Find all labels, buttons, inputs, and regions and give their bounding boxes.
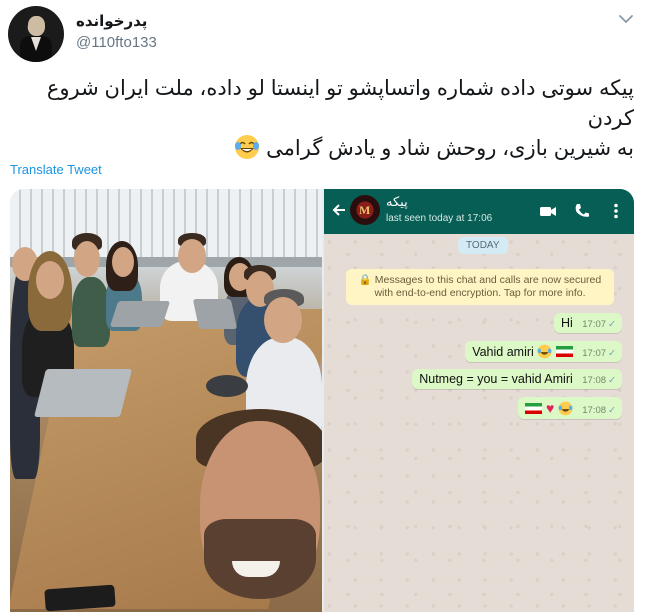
tears-of-joy-emoji-icon bbox=[235, 135, 260, 159]
message-time: 17:07 bbox=[582, 348, 607, 359]
iran-flag-icon bbox=[525, 403, 543, 414]
window-blinds bbox=[10, 189, 322, 259]
whatsapp-header: M پیکه last seen today at 17:06 bbox=[324, 189, 634, 234]
message-bubble[interactable]: Nutmeg = you = vahid Amiri 17:08 ✓ bbox=[412, 369, 622, 389]
tweet-text: پیکه سوتی داده شماره واتساپشو تو اینستا … bbox=[14, 74, 634, 164]
message-time: 17:08 bbox=[582, 375, 607, 386]
person-man-7-head bbox=[264, 297, 302, 343]
message-time: 17:08 bbox=[582, 405, 607, 416]
author-display-name[interactable]: پدرخوانده bbox=[76, 12, 147, 30]
encryption-notice[interactable]: 🔒 Messages to this chat and calls are no… bbox=[346, 269, 614, 305]
contact-avatar-letter: M bbox=[359, 203, 371, 217]
phone-call-icon[interactable] bbox=[572, 201, 592, 221]
read-tick-icon: ✓ bbox=[608, 405, 616, 416]
conference-speaker bbox=[206, 375, 248, 397]
laptop-3 bbox=[34, 369, 132, 417]
avatar-face bbox=[28, 16, 45, 36]
read-tick-icon: ✓ bbox=[608, 375, 616, 386]
message-text: Vahid amiri bbox=[472, 345, 534, 359]
selfie-man-beard bbox=[204, 519, 316, 599]
message-text: Hi bbox=[560, 316, 573, 330]
tweet-text-line-2: به شیرین بازی، روحش شاد و یادش گرامی bbox=[14, 134, 634, 164]
video-call-icon[interactable] bbox=[538, 201, 558, 221]
message-time: 17:07 bbox=[582, 319, 607, 330]
person-man-2-head bbox=[74, 241, 100, 277]
contact-name[interactable]: پیکه bbox=[386, 194, 408, 210]
tweet: پدرخوانده @110fto133 پیکه سوتی داده شمار… bbox=[0, 0, 646, 612]
translate-tweet-link[interactable]: Translate Tweet bbox=[10, 162, 102, 177]
tweet-text-line-1: پیکه سوتی داده شماره واتساپشو تو اینستا … bbox=[46, 77, 634, 130]
tears-of-joy-emoji-icon bbox=[537, 344, 552, 359]
whatsapp-screenshot[interactable]: M پیکه last seen today at 17:06 TODAY 🔒 … bbox=[324, 189, 634, 612]
laptop-2 bbox=[192, 299, 238, 329]
author-avatar[interactable] bbox=[8, 6, 64, 62]
person-woman-1-head bbox=[36, 261, 64, 299]
iran-flag-icon bbox=[555, 346, 573, 357]
arrow-left-icon[interactable] bbox=[330, 201, 348, 219]
message-bubble[interactable]: Hi 17:07 ✓ bbox=[553, 313, 622, 333]
tweet-media[interactable]: M پیکه last seen today at 17:06 TODAY 🔒 … bbox=[10, 189, 634, 612]
message-bubble[interactable]: Vahid amiri 17:07 ✓ bbox=[465, 341, 622, 362]
message-bubble[interactable]: ♥ 17:08 ✓ bbox=[518, 397, 622, 419]
read-tick-icon: ✓ bbox=[608, 319, 616, 330]
author-handle[interactable]: @110fto133 bbox=[76, 34, 157, 51]
person-man-2 bbox=[72, 277, 110, 347]
read-tick-icon: ✓ bbox=[608, 348, 616, 359]
message-text: Nutmeg = you = vahid Amiri bbox=[419, 372, 573, 386]
person-man-4-head bbox=[178, 239, 206, 273]
group-selfie-photo[interactable] bbox=[10, 189, 322, 612]
date-chip: TODAY bbox=[458, 237, 508, 254]
contact-avatar[interactable]: M bbox=[350, 195, 380, 225]
laptop-1 bbox=[109, 301, 171, 327]
last-seen-status: last seen today at 17:06 bbox=[386, 213, 493, 224]
chevron-down-icon[interactable] bbox=[617, 10, 635, 28]
red-heart-icon: ♥ bbox=[545, 400, 555, 416]
more-options-icon[interactable] bbox=[606, 201, 626, 221]
tears-of-joy-emoji-icon bbox=[558, 401, 573, 416]
person-woman-3-head bbox=[112, 247, 134, 277]
tweet-text-line-2-content: به شیرین بازی، روحش شاد و یادش گرامی bbox=[266, 137, 634, 160]
